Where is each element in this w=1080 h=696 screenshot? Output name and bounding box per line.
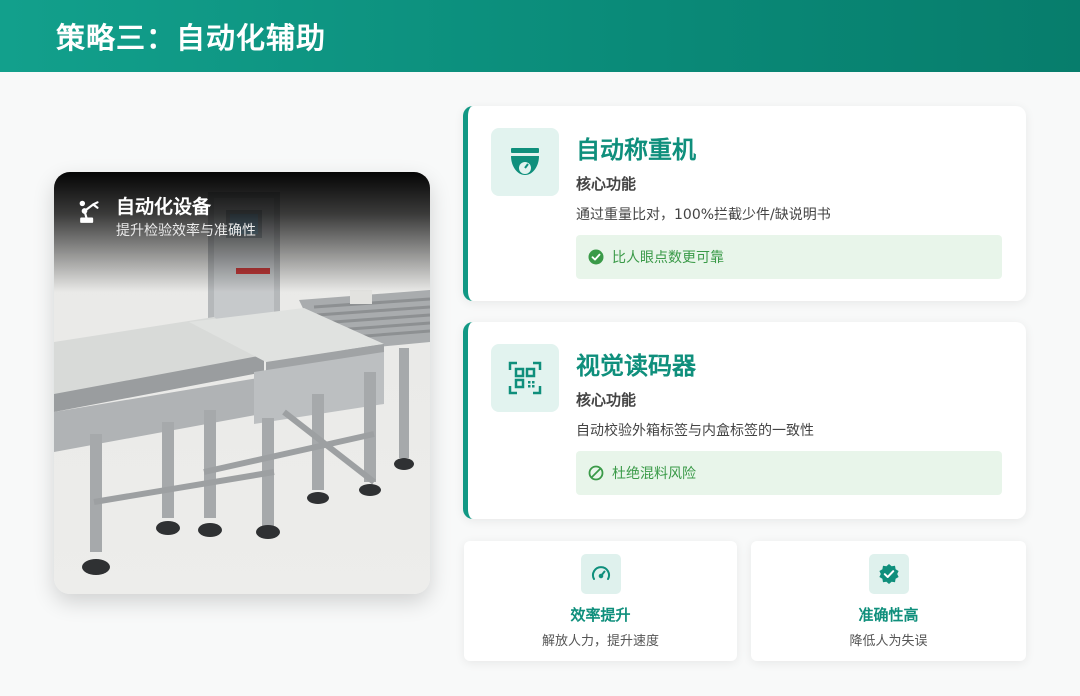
- check-circle-icon: [588, 249, 604, 265]
- stat-title: 效率提升: [570, 606, 631, 624]
- stat-description: 解放人力，提升速度: [541, 634, 659, 649]
- robot-arm-icon: [79, 200, 99, 223]
- feature-badge: 比人眼点数更可靠: [576, 235, 1002, 279]
- photo-title: 自动化设备: [116, 196, 212, 218]
- qr-scan-icon: [508, 361, 542, 395]
- feature-badge-text: 比人眼点数更可靠: [612, 250, 724, 266]
- stat-card-accuracy: 准确性高 降低人为失误: [751, 541, 1026, 661]
- stat-icon-box: [580, 554, 621, 594]
- header-bar: 策略三：自动化辅助: [0, 0, 1080, 72]
- photo-subtitle: 提升检验效率与准确性: [116, 223, 256, 239]
- feature-subtitle: 核心功能: [576, 391, 637, 409]
- verified-badge-icon: [878, 564, 899, 584]
- ban-icon: [588, 465, 604, 481]
- feature-badge-text: 杜绝混料风险: [612, 466, 696, 482]
- stat-description: 降低人为失误: [849, 634, 928, 649]
- stat-card-efficiency: 效率提升 解放人力，提升速度: [464, 541, 737, 661]
- feature-description: 通过重量比对，100%拦截少件/缺说明书: [576, 207, 831, 223]
- speedometer-icon: [591, 566, 610, 580]
- scale-icon: [511, 148, 539, 175]
- feature-description: 自动校验外箱标签与内盒标签的一致性: [576, 423, 814, 439]
- stat-title: 准确性高: [858, 606, 919, 624]
- feature-subtitle: 核心功能: [576, 175, 637, 193]
- feature-icon-box: [491, 128, 559, 196]
- photo-caption: 自动化设备 提升检验效率与准确性: [78, 194, 256, 241]
- feature-badge: 杜绝混料风险: [576, 451, 1002, 495]
- stat-icon-box: [868, 554, 909, 594]
- equipment-photo-card: 自动化设备 提升检验效率与准确性: [54, 172, 430, 594]
- feature-icon-box: [491, 344, 559, 412]
- feature-title: 自动称重机: [576, 136, 696, 164]
- page-title: 策略三：自动化辅助: [56, 21, 327, 55]
- feature-title: 视觉读码器: [576, 352, 696, 380]
- feature-card-vision-reader: 视觉读码器 核心功能 自动校验外箱标签与内盒标签的一致性 杜绝混料风险: [463, 322, 1026, 519]
- feature-card-checkweigher: 自动称重机 核心功能 通过重量比对，100%拦截少件/缺说明书 比人眼点数更可靠: [463, 106, 1026, 301]
